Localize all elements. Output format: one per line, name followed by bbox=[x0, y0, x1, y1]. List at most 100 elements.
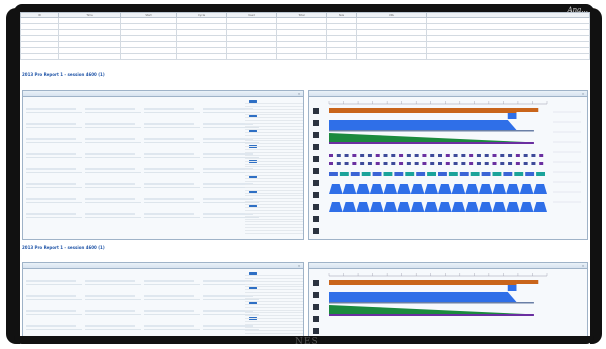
field-input[interactable] bbox=[144, 153, 194, 155]
form-field[interactable] bbox=[85, 302, 141, 315]
form-field[interactable] bbox=[144, 302, 200, 315]
form-field[interactable] bbox=[26, 130, 82, 143]
form-field[interactable] bbox=[144, 205, 200, 218]
form-field[interactable] bbox=[85, 190, 141, 203]
form-field[interactable] bbox=[85, 317, 141, 330]
event-marker bbox=[515, 154, 520, 157]
field-input[interactable] bbox=[26, 198, 76, 200]
event-marker bbox=[500, 162, 505, 165]
track-area bbox=[329, 120, 517, 130]
event-block bbox=[525, 172, 535, 176]
field-input[interactable] bbox=[85, 108, 135, 110]
form-field[interactable] bbox=[144, 272, 200, 285]
field-input[interactable] bbox=[26, 295, 76, 297]
form-field[interactable] bbox=[26, 205, 82, 218]
event-block bbox=[492, 172, 502, 176]
form-field[interactable] bbox=[85, 100, 141, 113]
field-input[interactable] bbox=[85, 198, 135, 200]
field-input[interactable] bbox=[26, 123, 76, 125]
form-field[interactable] bbox=[144, 287, 200, 300]
form-field[interactable] bbox=[85, 205, 141, 218]
field-input[interactable] bbox=[85, 280, 135, 282]
field-input[interactable] bbox=[26, 168, 76, 170]
close-icon[interactable]: ✕ bbox=[581, 92, 585, 96]
field-input[interactable] bbox=[85, 310, 135, 312]
field-input[interactable] bbox=[85, 123, 135, 125]
field-input[interactable] bbox=[85, 168, 135, 170]
field-input[interactable] bbox=[144, 213, 194, 215]
field-input[interactable] bbox=[144, 280, 194, 282]
field-input[interactable] bbox=[26, 108, 76, 110]
event-marker bbox=[329, 162, 333, 165]
event-marker bbox=[430, 154, 435, 157]
form-field[interactable] bbox=[144, 160, 200, 173]
form-field[interactable] bbox=[144, 190, 200, 203]
event-block bbox=[405, 172, 415, 176]
field-input[interactable] bbox=[144, 325, 194, 327]
form-field[interactable] bbox=[85, 287, 141, 300]
row-label-icon bbox=[313, 120, 319, 126]
form-field[interactable] bbox=[26, 100, 82, 113]
field-input[interactable] bbox=[26, 280, 76, 282]
form-field[interactable] bbox=[26, 175, 82, 188]
close-icon[interactable]: ✕ bbox=[297, 264, 301, 268]
data-table: ID Time Start Cycle Used Total Size URL bbox=[20, 12, 590, 60]
event-marker bbox=[531, 154, 536, 157]
form-field[interactable] bbox=[26, 272, 82, 285]
track-bar bbox=[329, 314, 534, 316]
event-block bbox=[470, 172, 480, 176]
field-input[interactable] bbox=[26, 325, 76, 327]
track-bar bbox=[516, 108, 539, 112]
pulse-shape bbox=[465, 202, 479, 212]
field-input[interactable] bbox=[26, 213, 76, 215]
field-input[interactable] bbox=[144, 138, 194, 140]
form-field[interactable] bbox=[144, 100, 200, 113]
field-input[interactable] bbox=[85, 153, 135, 155]
form-field[interactable] bbox=[85, 130, 141, 143]
form-field[interactable] bbox=[26, 145, 82, 158]
form-field[interactable] bbox=[144, 145, 200, 158]
form-field[interactable] bbox=[85, 145, 141, 158]
field-input[interactable] bbox=[144, 108, 194, 110]
close-icon[interactable]: ✕ bbox=[297, 92, 301, 96]
field-input[interactable] bbox=[85, 213, 135, 215]
section-title[interactable]: 2013 Pro Report 1 - session 4600 (1) bbox=[22, 72, 105, 77]
field-input[interactable] bbox=[85, 295, 135, 297]
form-field[interactable] bbox=[85, 175, 141, 188]
field-input[interactable] bbox=[144, 183, 194, 185]
field-input[interactable] bbox=[144, 310, 194, 312]
field-input[interactable] bbox=[26, 183, 76, 185]
table-cell[interactable] bbox=[356, 53, 427, 60]
field-input[interactable] bbox=[85, 183, 135, 185]
field-input[interactable] bbox=[85, 138, 135, 140]
form-field[interactable] bbox=[144, 175, 200, 188]
form-field[interactable] bbox=[26, 302, 82, 315]
field-input[interactable] bbox=[144, 295, 194, 297]
form-field[interactable] bbox=[144, 115, 200, 128]
form-field[interactable] bbox=[144, 130, 200, 143]
field-input[interactable] bbox=[144, 123, 194, 125]
section-title[interactable]: 2013 Pro Report 1 - session 4600 (1) bbox=[22, 245, 105, 250]
form-field[interactable] bbox=[26, 190, 82, 203]
track-bar bbox=[329, 280, 517, 285]
form-field[interactable] bbox=[85, 272, 141, 285]
field-input[interactable] bbox=[26, 153, 76, 155]
field-input[interactable] bbox=[26, 138, 76, 140]
form-field[interactable] bbox=[26, 115, 82, 128]
field-input[interactable] bbox=[85, 325, 135, 327]
field-input[interactable] bbox=[144, 168, 194, 170]
pulse-shape bbox=[492, 184, 507, 194]
pulse-shape bbox=[533, 202, 547, 212]
form-field[interactable] bbox=[144, 317, 200, 330]
form-field[interactable] bbox=[26, 287, 82, 300]
row-label-icon bbox=[313, 228, 319, 234]
event-marker bbox=[515, 162, 520, 165]
form-field[interactable] bbox=[26, 160, 82, 173]
field-input[interactable] bbox=[26, 310, 76, 312]
form-field[interactable] bbox=[85, 115, 141, 128]
table-cell bbox=[226, 53, 277, 60]
field-input[interactable] bbox=[144, 198, 194, 200]
close-icon[interactable]: ✕ bbox=[581, 264, 585, 268]
form-field[interactable] bbox=[26, 317, 82, 330]
form-field[interactable] bbox=[85, 160, 141, 173]
